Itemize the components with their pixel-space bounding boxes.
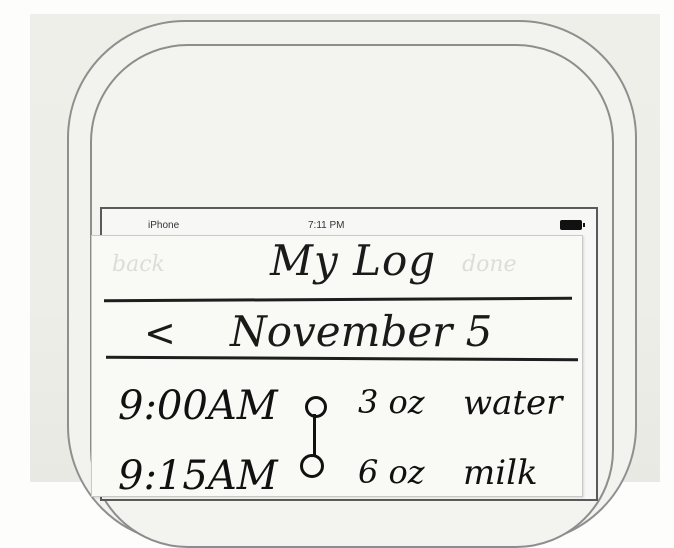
date-label: November 5	[230, 307, 493, 356]
log-entry[interactable]: 9:15AM 6 oz milk	[0, 453, 674, 513]
entry-amount: 6 oz	[358, 453, 425, 491]
prev-date-button[interactable]: <	[144, 311, 176, 355]
page-title: My Log	[270, 236, 437, 285]
back-button[interactable]: back	[112, 252, 165, 277]
status-bar: iPhone 7:11 PM	[102, 209, 596, 237]
log-entry[interactable]: 9:00AM 3 oz water	[0, 383, 674, 443]
done-button[interactable]: done	[462, 252, 517, 277]
entry-time: 9:00AM	[118, 383, 278, 429]
entry-time: 9:15AM	[118, 453, 278, 499]
battery-icon	[560, 220, 585, 230]
status-time: 7:11 PM	[308, 220, 345, 231]
carrier-label: iPhone	[148, 220, 180, 231]
timeline-dot-icon	[300, 454, 324, 478]
entry-amount: 3 oz	[358, 383, 425, 421]
timeline-dot-icon	[305, 396, 327, 418]
entry-item: water	[463, 383, 563, 423]
timeline-connector	[313, 414, 316, 456]
entry-item: milk	[463, 453, 538, 493]
